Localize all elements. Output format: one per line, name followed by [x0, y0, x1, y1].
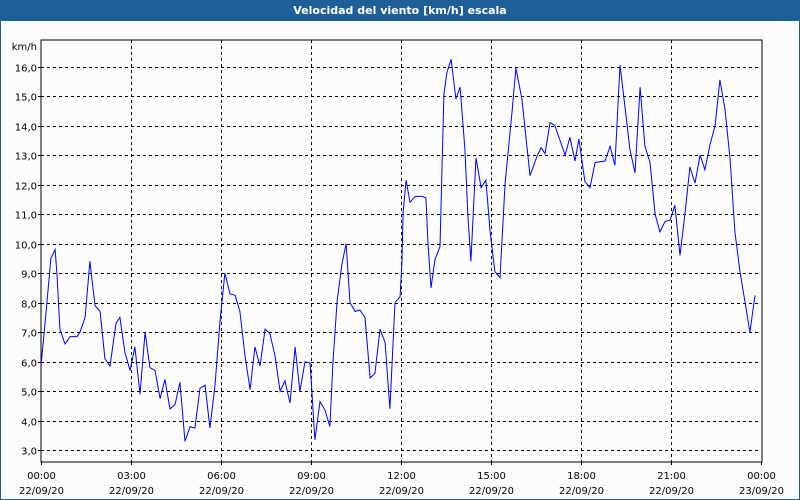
series-line-wind-speed [40, 59, 756, 442]
y-tick-label: 6,0 [21, 359, 37, 370]
x-tick-date: 22/09/20 [469, 486, 514, 497]
x-tick-time: 00:00 [747, 471, 776, 482]
y-tick-label: 11,0 [15, 211, 37, 222]
chart-window: Velocidad del viento [km/h] escala km/h … [0, 0, 800, 500]
y-tick-label: 16,0 [15, 64, 37, 75]
y-axis-label: km/h [12, 42, 37, 53]
x-tick-date: 23/09/20 [739, 486, 784, 497]
x-tick-date: 22/09/20 [199, 486, 244, 497]
x-tick-time: 18:00 [567, 471, 596, 482]
y-tick-label: 5,0 [21, 388, 37, 399]
x-tick-date: 22/09/20 [289, 486, 334, 497]
y-tick-label: 3,0 [21, 447, 37, 458]
x-tick-time: 09:00 [297, 471, 326, 482]
wind-speed-chart: km/h 3,0 4,0 5,0 6,0 7,0 8,0 9,0 10,0 11,0 12,0 13… [12, 39, 784, 497]
x-tick-date: 22/09/20 [379, 486, 424, 497]
grid-lines [38, 40, 762, 465]
y-tick-label: 10,0 [15, 241, 37, 252]
y-tick-labels: 3,0 4,0 5,0 6,0 7,0 8,0 9,0 10,0 11,0 12,0 13,0 14,… [15, 64, 37, 458]
y-tick-label: 4,0 [21, 418, 37, 429]
x-tick-time: 03:00 [117, 471, 146, 482]
x-tick-date: 22/09/20 [649, 486, 694, 497]
y-tick-label: 8,0 [21, 300, 37, 311]
y-tick-label: 15,0 [15, 93, 37, 104]
x-tick-time: 15:00 [477, 471, 506, 482]
x-tick-labels: 00:00 22/09/20 03:00 22/09/20 06:00 22/09/20 0… [19, 471, 784, 497]
y-tick-label: 14,0 [15, 123, 37, 134]
x-tick-date: 22/09/20 [109, 486, 154, 497]
y-tick-label: 9,0 [21, 270, 37, 281]
x-tick-time: 12:00 [387, 471, 416, 482]
x-tick-time: 00:00 [27, 471, 56, 482]
x-tick-time: 06:00 [207, 471, 236, 482]
y-tick-label: 13,0 [15, 152, 37, 163]
x-tick-time: 21:00 [657, 471, 686, 482]
x-tick-date: 22/09/20 [19, 486, 64, 497]
x-tick-date: 22/09/20 [559, 486, 604, 497]
y-tick-label: 12,0 [15, 182, 37, 193]
y-tick-label: 7,0 [21, 329, 37, 340]
